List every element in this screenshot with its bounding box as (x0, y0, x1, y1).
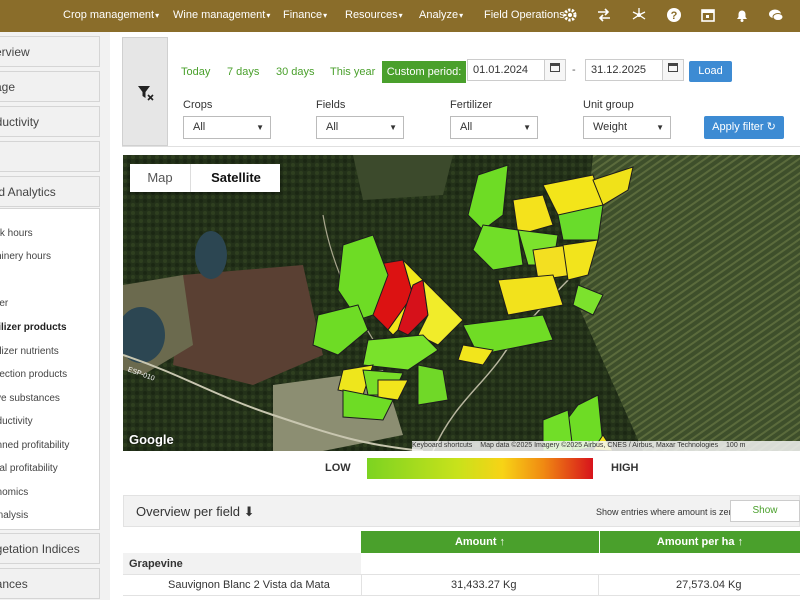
sidebar: verview sage oductivity PI eld Analytics… (0, 32, 110, 600)
period-7-days[interactable]: 7 days (227, 66, 259, 78)
fields-select[interactable]: All ▼ (316, 116, 404, 139)
submenu-water[interactable]: ater (0, 298, 8, 309)
overview-title[interactable]: Overview per field ⬇ (136, 504, 255, 520)
submenu-protection-products[interactable]: otection products (0, 369, 67, 380)
period-today[interactable]: Today (181, 66, 210, 78)
gear-icon[interactable] (562, 7, 578, 23)
date-from-input[interactable]: 01.01.2024 (467, 59, 545, 81)
nav-finance[interactable]: Finance▾ (283, 9, 327, 21)
date-from-calendar-icon[interactable] (544, 59, 566, 81)
map-scale: 100 m (726, 442, 746, 449)
fertilizer-label: Fertilizer (450, 99, 493, 111)
calendar-icon[interactable] (700, 7, 716, 23)
bell-icon[interactable] (734, 7, 750, 23)
submenu-fertilizer-nutrients[interactable]: rtilizer nutrients (0, 346, 59, 357)
apply-filter-button[interactable]: Apply filter ↻ (704, 116, 784, 139)
top-navigation-bar: Crop management▾ Wine management▾ Financ… (0, 0, 800, 32)
sidebar-item-usage[interactable]: sage (0, 71, 100, 102)
crop-group-row: Grapevine (123, 553, 361, 575)
transfer-icon[interactable] (596, 7, 612, 23)
submenu-actual-profitability[interactable]: tual profitability (0, 463, 58, 474)
google-logo: Google (129, 432, 174, 447)
field-analytics-submenu: ork hours chinery hours el ater rtilizer… (0, 208, 100, 530)
submenu-fertilizer-products[interactable]: rtilizer products (0, 322, 67, 333)
column-header-amount-per-ha[interactable]: Amount per ha ↑ (599, 531, 800, 553)
sidebar-item-kpi[interactable]: PI (0, 141, 100, 172)
svg-text:?: ? (671, 10, 678, 22)
filter-panel: Today 7 days 30 days This year Custom pe… (122, 37, 800, 147)
sidebar-item-productivity[interactable]: oductivity (0, 106, 100, 137)
chevron-down-icon: ▼ (656, 123, 664, 132)
field-name-cell: Sauvignon Blanc 2 Vista da Mata (168, 579, 330, 591)
chevron-down-icon: ▼ (389, 123, 397, 132)
nav-crop-management[interactable]: Crop management▾ (63, 9, 159, 21)
table-row[interactable]: Sauvignon Blanc 2 Vista da Mata 31,433.2… (123, 574, 800, 596)
satellite-map[interactable]: Map Satellite ESP-010 Google Keyboard sh… (123, 155, 800, 451)
satellite-view-button[interactable]: Satellite (190, 164, 281, 192)
date-separator: - (572, 64, 576, 76)
field-polygon (417, 364, 449, 406)
nav-analyze[interactable]: Analyze▾ (419, 9, 463, 21)
legend-low-label: LOW (325, 462, 351, 474)
date-to-calendar-icon[interactable] (662, 59, 684, 81)
help-icon[interactable]: ? (666, 7, 682, 23)
submenu-productivity[interactable]: oductivity (0, 416, 33, 427)
submenu-analysis[interactable]: Analysis (0, 510, 28, 521)
nav-field-operations[interactable]: Field Operations (484, 9, 565, 21)
custom-period-button[interactable]: Custom period: (382, 61, 466, 83)
date-to-input[interactable]: 31.12.2025 (585, 59, 663, 81)
map-type-toggle: Map Satellite (130, 164, 280, 192)
amount-cell: 31,433.27 Kg (451, 579, 517, 591)
map-data-attribution: Map data ©2025 Imagery ©2025 Airbus, CNE… (480, 442, 719, 449)
sidebar-item-vegetation-indices[interactable]: egetation Indices (0, 533, 100, 564)
show-zero-entries-button[interactable]: Show (730, 500, 800, 522)
submenu-active-substances[interactable]: tive substances (0, 393, 60, 404)
map-view-button[interactable]: Map (130, 164, 190, 192)
chevron-down-icon: ▼ (523, 123, 531, 132)
sidebar-item-field-analytics[interactable]: eld Analytics (0, 176, 100, 207)
map-attribution: Keyboard shortcuts Map data ©2025 Imager… (412, 441, 800, 451)
submenu-planned-profitability[interactable]: anned profitability (0, 440, 69, 451)
fertilizer-select[interactable]: All ▼ (450, 116, 538, 139)
map-imagery (123, 155, 800, 451)
keyboard-shortcuts-link[interactable]: Keyboard shortcuts (412, 442, 472, 449)
clear-filter-button[interactable] (122, 37, 168, 146)
overview-header: Overview per field ⬇ Show entries where … (123, 495, 800, 527)
network-icon[interactable] (631, 7, 647, 23)
chat-icon[interactable] (768, 7, 784, 23)
amount-per-ha-cell: 27,573.04 Kg (676, 579, 742, 591)
fields-label: Fields (316, 99, 346, 111)
period-this-year[interactable]: This year (330, 66, 375, 78)
period-30-days[interactable]: 30 days (276, 66, 315, 78)
chevron-down-icon: ▼ (256, 123, 264, 132)
unit-group-select[interactable]: Weight ▼ (583, 116, 671, 139)
nav-wine-management[interactable]: Wine management▾ (173, 9, 270, 21)
zero-entries-label: Show entries where amount is zero? (596, 507, 742, 517)
crops-select[interactable]: All ▼ (183, 116, 271, 139)
crops-label: Crops (183, 99, 213, 111)
submenu-work-hours[interactable]: ork hours (0, 228, 33, 239)
unit-group-label: Unit group (583, 99, 634, 111)
legend-gradient (367, 458, 593, 479)
load-button[interactable]: Load (689, 61, 732, 82)
filter-clear-icon (138, 86, 154, 101)
column-header-amount[interactable]: Amount ↑ (361, 531, 599, 553)
submenu-economics[interactable]: onomics (0, 487, 28, 498)
sidebar-item-finances[interactable]: nances (0, 568, 100, 599)
submenu-machinery-hours[interactable]: chinery hours (0, 251, 51, 262)
legend-high-label: HIGH (611, 462, 639, 474)
nav-resources[interactable]: Resources▾ (345, 9, 403, 21)
sidebar-item-overview[interactable]: verview (0, 36, 100, 67)
